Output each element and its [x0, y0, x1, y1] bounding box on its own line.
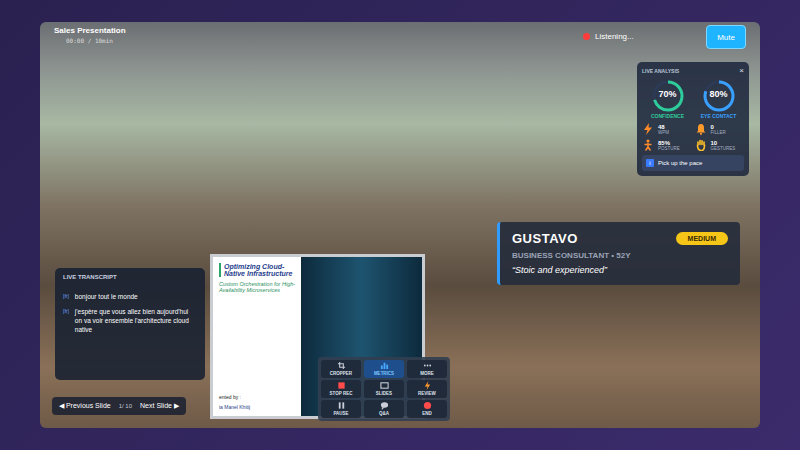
analysis-title: LIVE ANALYSIS [642, 68, 679, 74]
transcript-entry: [fr] j'espère que vous allez bien aujour… [63, 307, 197, 334]
info-icon: i [646, 159, 654, 167]
slide-page: 1/ 10 [119, 403, 132, 409]
transcript-panel: LIVE TRANSCRIPT [fr] bonjour tout le mon… [55, 268, 205, 380]
recording-dot-icon [583, 33, 590, 40]
metric-text: 0 FILLER [711, 124, 726, 135]
slide-nav: ◀ Previous Slide 1/ 10 Next Slide ▶ [52, 397, 186, 415]
analysis-header: LIVE ANALYSIS × [642, 66, 744, 75]
toolbar-button[interactable]: STOP REC [321, 380, 361, 398]
toolbar-group: MORE REVIEW END [407, 360, 447, 418]
slide-subtitle: Custom Orchestration for High-Availabili… [219, 281, 297, 293]
toolbar-button[interactable]: END [407, 400, 447, 418]
persona-card: GUSTAVO MEDIUM BUSINESS CONSULTANT • 52Y… [497, 222, 740, 285]
transcript-entry: [fr] bonjour tout le monde [63, 292, 197, 301]
person-icon [642, 139, 654, 151]
slide-author: ia Manel Khitij [219, 404, 297, 410]
analysis-panel: LIVE ANALYSIS × 70% CONFIDENCE 80% EYE C… [637, 62, 749, 176]
metric-text: 48 WPM [658, 124, 669, 135]
ring-value: 70% [644, 89, 692, 99]
metric-value: 0 [711, 124, 726, 130]
language-tag: [fr] [63, 292, 69, 299]
metric-text: 85% POSTURE [658, 140, 680, 151]
previous-slide-button[interactable]: ◀ Previous Slide [57, 400, 113, 412]
timer: 00:00 / 10min [54, 37, 126, 44]
transcript-text: bonjour tout le monde [75, 292, 138, 301]
toolbar-button[interactable]: REVIEW [407, 380, 447, 398]
metric: 48 WPM [642, 123, 692, 135]
toolbar-label: Q&A [379, 411, 389, 416]
hand-icon [695, 139, 707, 151]
page: Sales Presentation 00:00 / 10min Listeni… [0, 0, 800, 450]
persona-role: BUSINESS CONSULTANT • 52Y [512, 251, 728, 260]
toolbar-label: STOP REC [330, 391, 353, 396]
window-title: Sales Presentation [54, 26, 126, 35]
persona-name: GUSTAVO [512, 231, 578, 246]
close-button[interactable]: × [739, 66, 744, 75]
metric-value: 48 [658, 124, 669, 130]
slides-icon [380, 381, 389, 390]
toolbar-button[interactable]: SLIDES [364, 380, 404, 398]
toolbar-label: REVIEW [418, 391, 436, 396]
chart-icon [380, 361, 389, 370]
transcript-title: LIVE TRANSCRIPT [63, 274, 197, 280]
metric-value: 85% [658, 140, 680, 146]
pause-icon [337, 401, 346, 410]
metric: 0 FILLER [695, 123, 745, 135]
ring-label: CONFIDENCE [651, 113, 684, 119]
toolbar-label: SLIDES [376, 391, 392, 396]
language-tag: [fr] [63, 307, 69, 314]
toolbar-button[interactable]: MORE [407, 360, 447, 378]
toolbar-button[interactable]: PAUSE [321, 400, 361, 418]
slide-presenter: ented by : [219, 394, 297, 400]
ring-value: 80% [695, 89, 743, 99]
stage: Sales Presentation 00:00 / 10min Listeni… [40, 22, 760, 428]
difficulty-badge: MEDIUM [676, 232, 728, 245]
metric-text: 10 GESTURES [711, 140, 736, 151]
metric: 85% POSTURE [642, 139, 692, 151]
bell-icon [695, 123, 707, 135]
metric-label: GESTURES [711, 146, 736, 151]
next-slide-button[interactable]: Next Slide ▶ [138, 400, 181, 412]
score-ring: 70% CONFIDENCE [644, 79, 692, 119]
rings: 70% CONFIDENCE 80% EYE CONTACT [642, 79, 744, 119]
toolbar-label: MORE [420, 371, 434, 376]
toolbar-button[interactable]: METRICS [364, 360, 404, 378]
metric-label: POSTURE [658, 146, 680, 151]
metric-label: FILLER [711, 130, 726, 135]
toolbar: CROPPER STOP REC PAUSE METRICS SLIDES Q&… [318, 357, 450, 421]
toolbar-group: CROPPER STOP REC PAUSE [321, 360, 361, 418]
score-ring: 80% EYE CONTACT [695, 79, 743, 119]
toolbar-label: END [422, 411, 432, 416]
top-bar: Sales Presentation 00:00 / 10min [54, 26, 126, 44]
stop-icon [337, 381, 346, 390]
crop-icon [337, 361, 346, 370]
toolbar-group: METRICS SLIDES Q&A [364, 360, 404, 418]
chat-icon [380, 401, 389, 410]
ring-label: EYE CONTACT [701, 113, 736, 119]
metrics: 48 WPM 0 FILLER 85% POSTURE 10 GESTURES [642, 123, 744, 151]
transcript-text: j'espère que vous allez bien aujourd'hui… [75, 307, 197, 334]
tip-text: Pick up the pace [658, 160, 702, 166]
toolbar-label: METRICS [374, 371, 394, 376]
listening-label: Listening... [595, 32, 634, 41]
bolt-icon [642, 123, 654, 135]
persona-header: GUSTAVO MEDIUM [512, 231, 728, 246]
toolbar-button[interactable]: CROPPER [321, 360, 361, 378]
end-icon [423, 401, 432, 410]
persona-quote: “Stoic and experienced” [512, 265, 728, 275]
toolbar-button[interactable]: Q&A [364, 400, 404, 418]
tip: i Pick up the pace [642, 155, 744, 171]
toolbar-label: PAUSE [333, 411, 348, 416]
slide-title: Optimizing Cloud-Native Infrastructure [219, 263, 297, 277]
toolbar-label: CROPPER [330, 371, 352, 376]
more-icon [423, 361, 432, 370]
bolt-icon [423, 381, 432, 390]
metric-value: 10 [711, 140, 736, 146]
metric: 10 GESTURES [695, 139, 745, 151]
listening-status: Listening... [583, 32, 634, 41]
metric-label: WPM [658, 130, 669, 135]
slide-text: Optimizing Cloud-Native Infrastructure C… [213, 257, 301, 416]
mute-button[interactable]: Mute [706, 25, 746, 49]
